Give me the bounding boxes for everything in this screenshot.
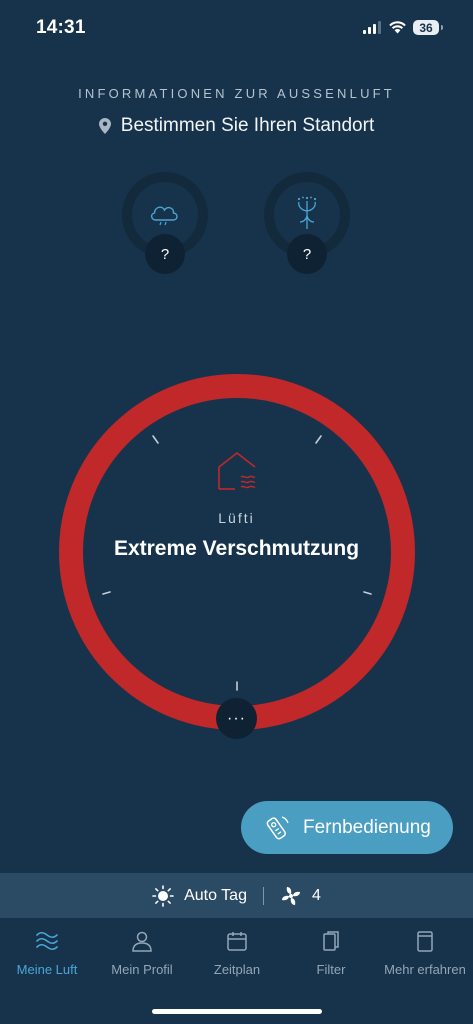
tab-mehr-erfahren[interactable]: Mehr erfahren [377, 930, 473, 977]
air-quality-status: Extreme Verschmutzung [113, 537, 360, 560]
mode-auto-day[interactable]: Auto Tag [152, 884, 247, 907]
tab-label: Meine Luft [16, 962, 78, 977]
cellular-signal-icon [363, 21, 381, 34]
book-icon [417, 931, 433, 952]
person-icon [132, 931, 152, 952]
device-mode-bar[interactable]: Auto Tag 4 [0, 873, 473, 918]
outside-air-title: INFORMATIONEN ZUR AUSSENLUFT [78, 86, 395, 101]
sun-icon [152, 884, 174, 907]
location-button[interactable]: Bestimmen Sie Ihren Standort [0, 115, 473, 137]
tab-meine-luft[interactable]: Meine Luft [0, 930, 95, 977]
location-text: Bestimmen Sie Ihren Standort [120, 115, 375, 136]
tab-label: Zeitplan [213, 962, 261, 977]
battery-indicator: 36 [413, 20, 443, 35]
tab-label: Mein Profil [111, 962, 173, 977]
status-time: 14:31 [36, 17, 86, 38]
mode-label: Auto Tag [184, 886, 247, 904]
weather-cloud-icon [150, 206, 178, 226]
status-icons: 36 [363, 20, 443, 35]
tab-mein-profil[interactable]: Mein Profil [94, 930, 190, 977]
weather-value-badge[interactable]: ? [145, 234, 185, 274]
filter-icon [323, 931, 339, 951]
fan-speed[interactable]: 4 [280, 885, 321, 907]
mode-divider [262, 886, 264, 905]
fan-icon [281, 886, 300, 905]
remote-control-label: Fernbedienung [303, 816, 431, 838]
house-air-icon [218, 451, 256, 490]
tab-label: Filter [316, 962, 346, 977]
pollen-value-badge[interactable]: ? [287, 234, 327, 274]
tab-label: Mehr erfahren [384, 962, 466, 977]
pollen-flower-icon [297, 196, 317, 229]
fan-level: 4 [311, 886, 321, 904]
device-name: Lüfti [218, 510, 255, 526]
location-pin-icon [98, 118, 111, 134]
more-options-button[interactable]: ··· [216, 698, 257, 739]
calendar-icon [227, 932, 247, 951]
remote-control-button[interactable]: Fernbedienung [241, 801, 453, 854]
wifi-icon [389, 21, 406, 34]
tab-zeitplan[interactable]: Zeitplan [189, 930, 285, 977]
remote-control-icon [266, 815, 289, 839]
home-indicator[interactable] [152, 1009, 322, 1014]
waves-icon [36, 931, 58, 951]
tab-filter[interactable]: Filter [283, 930, 379, 977]
